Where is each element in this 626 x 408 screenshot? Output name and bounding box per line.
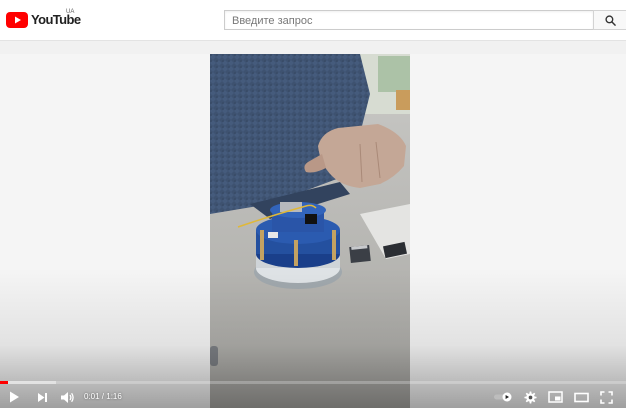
fullscreen-button[interactable] [598, 388, 614, 406]
play-button[interactable] [6, 388, 22, 406]
play-icon [10, 391, 19, 403]
volume-icon [60, 391, 74, 403]
youtube-play-logo-icon [6, 12, 28, 28]
progress-played [0, 381, 9, 384]
next-icon [37, 392, 47, 402]
video-player[interactable]: 0:01 / 1:16 [0, 54, 626, 408]
search-icon [604, 14, 616, 26]
fullscreen-icon [599, 390, 613, 404]
mute-button[interactable] [58, 388, 76, 406]
theater-mode-button[interactable] [572, 388, 590, 406]
progress-loaded [0, 381, 57, 384]
time-total: 1:16 [106, 392, 122, 401]
search-input[interactable] [225, 12, 593, 30]
autoplay-toggle-icon [494, 392, 512, 402]
next-button[interactable] [34, 388, 50, 406]
video-frame[interactable] [210, 54, 410, 408]
player-controls: 0:01 / 1:16 [0, 386, 626, 408]
time-current: 0:01 [84, 392, 100, 401]
miniplayer-button[interactable] [546, 388, 564, 406]
video-content-image [210, 54, 410, 408]
logo-region-code: UA [66, 9, 75, 15]
search-button[interactable] [593, 10, 626, 30]
time-display: 0:01 / 1:16 [84, 392, 122, 401]
theater-mode-icon [573, 392, 589, 402]
progress-bar[interactable] [0, 381, 626, 384]
settings-button[interactable] [522, 388, 538, 406]
masthead: YouTube UA [0, 0, 626, 41]
search-box [224, 10, 594, 30]
gear-icon [523, 390, 537, 404]
autoplay-toggle[interactable] [492, 388, 514, 406]
miniplayer-icon [547, 391, 563, 403]
